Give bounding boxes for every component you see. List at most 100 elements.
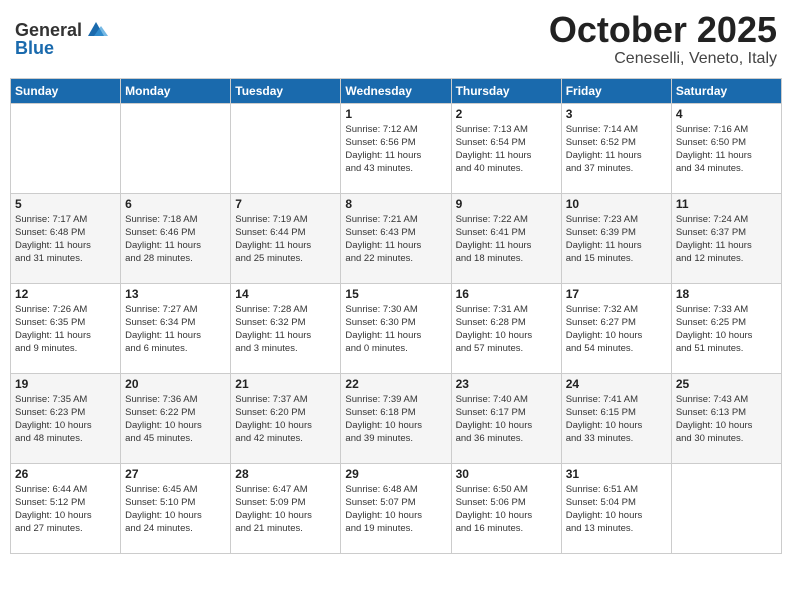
day-info: Sunrise: 7:26 AM Sunset: 6:35 PM Dayligh… <box>15 303 116 356</box>
day-number: 12 <box>15 287 116 301</box>
day-info: Sunrise: 7:32 AM Sunset: 6:27 PM Dayligh… <box>566 303 667 356</box>
day-info: Sunrise: 7:37 AM Sunset: 6:20 PM Dayligh… <box>235 393 336 446</box>
day-info: Sunrise: 7:12 AM Sunset: 6:56 PM Dayligh… <box>345 123 446 176</box>
day-number: 24 <box>566 377 667 391</box>
calendar-cell: 18 Sunrise: 7:33 AM Sunset: 6:25 PM Dayli… <box>671 283 781 373</box>
calendar-cell <box>231 103 341 193</box>
day-info: Sunrise: 7:22 AM Sunset: 6:41 PM Dayligh… <box>456 213 557 266</box>
calendar-cell: 30 Sunrise: 6:50 AM Sunset: 5:06 PM Dayli… <box>451 463 561 553</box>
day-info: Sunrise: 7:33 AM Sunset: 6:25 PM Dayligh… <box>676 303 777 356</box>
header-day-sunday: Sunday <box>11 78 121 103</box>
calendar-cell <box>11 103 121 193</box>
calendar-cell: 2Sunrise: 7:13 AM Sunset: 6:54 PM Daylig… <box>451 103 561 193</box>
calendar-week-3: 12 Sunrise: 7:26 AM Sunset: 6:35 PM Dayli… <box>11 283 782 373</box>
header-row: SundayMondayTuesdayWednesdayThursdayFrid… <box>11 78 782 103</box>
day-number: 6 <box>125 197 226 211</box>
day-info: Sunrise: 6:50 AM Sunset: 5:06 PM Dayligh… <box>456 483 557 536</box>
header-day-friday: Friday <box>561 78 671 103</box>
calendar-cell: 23Sunrise: 7:40 AM Sunset: 6:17 PM Dayli… <box>451 373 561 463</box>
day-info: Sunrise: 7:14 AM Sunset: 6:52 PM Dayligh… <box>566 123 667 176</box>
calendar-cell: 9 Sunrise: 7:22 AM Sunset: 6:41 PM Daylig… <box>451 193 561 283</box>
calendar-cell: 7Sunrise: 7:19 AM Sunset: 6:44 PM Daylig… <box>231 193 341 283</box>
calendar-cell <box>671 463 781 553</box>
day-info: Sunrise: 6:47 AM Sunset: 5:09 PM Dayligh… <box>235 483 336 536</box>
calendar-cell: 22Sunrise: 7:39 AM Sunset: 6:18 PM Dayli… <box>341 373 451 463</box>
day-number: 29 <box>345 467 446 481</box>
day-info: Sunrise: 7:13 AM Sunset: 6:54 PM Dayligh… <box>456 123 557 176</box>
day-info: Sunrise: 6:44 AM Sunset: 5:12 PM Dayligh… <box>15 483 116 536</box>
day-number: 11 <box>676 197 777 211</box>
calendar-cell: 27Sunrise: 6:45 AM Sunset: 5:10 PM Dayli… <box>121 463 231 553</box>
header-day-saturday: Saturday <box>671 78 781 103</box>
calendar-cell: 15Sunrise: 7:30 AM Sunset: 6:30 PM Dayli… <box>341 283 451 373</box>
calendar-cell: 14 Sunrise: 7:28 AM Sunset: 6:32 PM Dayli… <box>231 283 341 373</box>
calendar-cell: 4Sunrise: 7:16 AM Sunset: 6:50 PM Daylig… <box>671 103 781 193</box>
calendar-cell: 28 Sunrise: 6:47 AM Sunset: 5:09 PM Dayli… <box>231 463 341 553</box>
day-number: 8 <box>345 197 446 211</box>
day-info: Sunrise: 6:48 AM Sunset: 5:07 PM Dayligh… <box>345 483 446 536</box>
day-number: 5 <box>15 197 116 211</box>
calendar-cell <box>121 103 231 193</box>
day-info: Sunrise: 7:36 AM Sunset: 6:22 PM Dayligh… <box>125 393 226 446</box>
day-info: Sunrise: 7:35 AM Sunset: 6:23 PM Dayligh… <box>15 393 116 446</box>
day-number: 26 <box>15 467 116 481</box>
day-number: 3 <box>566 107 667 121</box>
day-number: 21 <box>235 377 336 391</box>
day-info: Sunrise: 7:43 AM Sunset: 6:13 PM Dayligh… <box>676 393 777 446</box>
header-day-wednesday: Wednesday <box>341 78 451 103</box>
calendar-cell: 6 Sunrise: 7:18 AM Sunset: 6:46 PM Daylig… <box>121 193 231 283</box>
calendar-cell: 25 Sunrise: 7:43 AM Sunset: 6:13 PM Dayli… <box>671 373 781 463</box>
day-info: Sunrise: 7:21 AM Sunset: 6:43 PM Dayligh… <box>345 213 446 266</box>
day-number: 23 <box>456 377 557 391</box>
calendar-cell: 16 Sunrise: 7:31 AM Sunset: 6:28 PM Dayli… <box>451 283 561 373</box>
calendar-week-1: 1Sunrise: 7:12 AM Sunset: 6:56 PM Daylig… <box>11 103 782 193</box>
calendar-cell: 5 Sunrise: 7:17 AM Sunset: 6:48 PM Daylig… <box>11 193 121 283</box>
day-number: 16 <box>456 287 557 301</box>
calendar-cell: 26 Sunrise: 6:44 AM Sunset: 5:12 PM Dayli… <box>11 463 121 553</box>
day-info: Sunrise: 7:24 AM Sunset: 6:37 PM Dayligh… <box>676 213 777 266</box>
calendar-table: SundayMondayTuesdayWednesdayThursdayFrid… <box>10 78 782 554</box>
day-info: Sunrise: 7:23 AM Sunset: 6:39 PM Dayligh… <box>566 213 667 266</box>
day-number: 7 <box>235 197 336 211</box>
day-info: Sunrise: 7:16 AM Sunset: 6:50 PM Dayligh… <box>676 123 777 176</box>
day-number: 18 <box>676 287 777 301</box>
day-info: Sunrise: 7:17 AM Sunset: 6:48 PM Dayligh… <box>15 213 116 266</box>
calendar-cell: 24 Sunrise: 7:41 AM Sunset: 6:15 PM Dayli… <box>561 373 671 463</box>
month-title: October 2025 <box>549 10 777 50</box>
calendar-week-2: 5 Sunrise: 7:17 AM Sunset: 6:48 PM Daylig… <box>11 193 782 283</box>
calendar-cell: 13Sunrise: 7:27 AM Sunset: 6:34 PM Dayli… <box>121 283 231 373</box>
day-number: 25 <box>676 377 777 391</box>
day-info: Sunrise: 7:28 AM Sunset: 6:32 PM Dayligh… <box>235 303 336 356</box>
day-number: 22 <box>345 377 446 391</box>
day-number: 28 <box>235 467 336 481</box>
day-number: 20 <box>125 377 226 391</box>
title-block: October 2025 Ceneselli, Veneto, Italy <box>549 10 777 68</box>
calendar-cell: 1Sunrise: 7:12 AM Sunset: 6:56 PM Daylig… <box>341 103 451 193</box>
calendar-week-5: 26 Sunrise: 6:44 AM Sunset: 5:12 PM Dayli… <box>11 463 782 553</box>
calendar-cell: 12 Sunrise: 7:26 AM Sunset: 6:35 PM Dayli… <box>11 283 121 373</box>
calendar-cell: 20 Sunrise: 7:36 AM Sunset: 6:22 PM Dayli… <box>121 373 231 463</box>
day-number: 10 <box>566 197 667 211</box>
calendar-cell: 11 Sunrise: 7:24 AM Sunset: 6:37 PM Dayli… <box>671 193 781 283</box>
day-number: 13 <box>125 287 226 301</box>
day-info: Sunrise: 7:18 AM Sunset: 6:46 PM Dayligh… <box>125 213 226 266</box>
calendar-cell: 21 Sunrise: 7:37 AM Sunset: 6:20 PM Dayli… <box>231 373 341 463</box>
location-title: Ceneselli, Veneto, Italy <box>549 50 777 68</box>
header-day-thursday: Thursday <box>451 78 561 103</box>
day-number: 14 <box>235 287 336 301</box>
day-number: 30 <box>456 467 557 481</box>
logo-icon <box>84 18 108 42</box>
day-info: Sunrise: 7:31 AM Sunset: 6:28 PM Dayligh… <box>456 303 557 356</box>
day-number: 9 <box>456 197 557 211</box>
calendar-cell: 8 Sunrise: 7:21 AM Sunset: 6:43 PM Daylig… <box>341 193 451 283</box>
day-info: Sunrise: 7:30 AM Sunset: 6:30 PM Dayligh… <box>345 303 446 356</box>
day-info: Sunrise: 7:41 AM Sunset: 6:15 PM Dayligh… <box>566 393 667 446</box>
logo: General Blue <box>15 18 108 59</box>
day-info: Sunrise: 6:51 AM Sunset: 5:04 PM Dayligh… <box>566 483 667 536</box>
day-info: Sunrise: 6:45 AM Sunset: 5:10 PM Dayligh… <box>125 483 226 536</box>
calendar-cell: 19Sunrise: 7:35 AM Sunset: 6:23 PM Dayli… <box>11 373 121 463</box>
calendar-cell: 17 Sunrise: 7:32 AM Sunset: 6:27 PM Dayli… <box>561 283 671 373</box>
header-day-tuesday: Tuesday <box>231 78 341 103</box>
day-number: 17 <box>566 287 667 301</box>
calendar-week-4: 19Sunrise: 7:35 AM Sunset: 6:23 PM Dayli… <box>11 373 782 463</box>
